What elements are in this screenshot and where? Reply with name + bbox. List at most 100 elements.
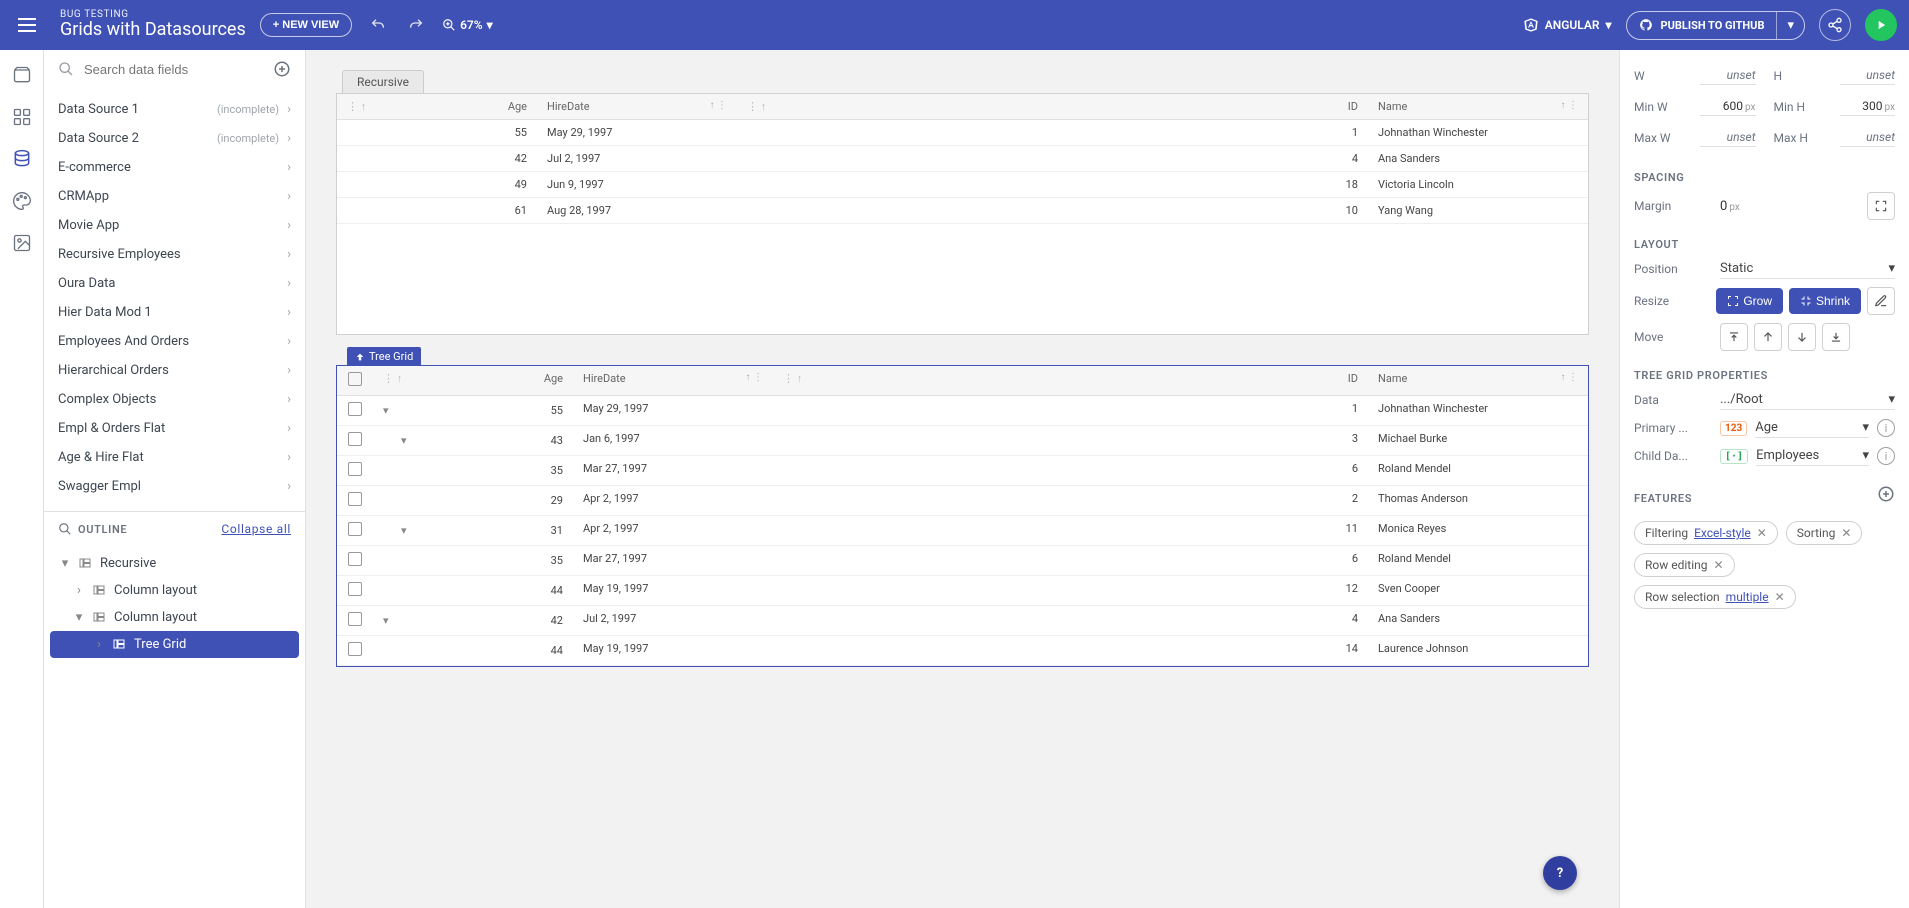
data-source-item[interactable]: Employees And Orders› [44, 327, 305, 356]
type-array-icon: [·] [1720, 449, 1748, 464]
height-input[interactable]: unset [1840, 66, 1896, 85]
outline-item[interactable]: ▾Column layout [50, 604, 299, 631]
rail-assets-icon[interactable] [11, 232, 33, 254]
redo-icon[interactable] [404, 13, 428, 37]
maxh-input[interactable]: unset [1840, 128, 1896, 147]
data-source-item[interactable]: Complex Objects› [44, 385, 305, 414]
search-input[interactable] [82, 61, 265, 78]
publish-button[interactable]: PUBLISH TO GITHUB ▾ [1626, 11, 1805, 40]
play-icon [1874, 18, 1888, 32]
data-source-item[interactable]: Recursive Employees› [44, 240, 305, 269]
rail-theme-icon[interactable] [11, 190, 33, 212]
tree-row[interactable]: ▾42Jul 2, 19974Ana Sanders [337, 606, 1588, 636]
tree-row[interactable]: 35Mar 27, 19976Roland Mendel [337, 456, 1588, 486]
tree-row[interactable]: ▾55May 29, 19971Johnathan Winchester [337, 396, 1588, 426]
feature-pill[interactable]: Row selection multiple ✕ [1634, 585, 1796, 609]
data-source-item[interactable]: Oura Data› [44, 269, 305, 298]
data-source-item[interactable]: Empl & Orders Flat› [44, 414, 305, 443]
help-button[interactable]: ? [1543, 856, 1577, 890]
table-row[interactable]: 55May 29, 19971Johnathan Winchester [337, 120, 1588, 146]
primarykey-select[interactable]: Age▾ [1755, 418, 1869, 438]
outline-header: OUTLINE Collapse all [44, 511, 305, 546]
features-section: FEATURES [1634, 492, 1692, 505]
table-row[interactable]: 42Jul 2, 19974Ana Sanders [337, 146, 1588, 172]
data-source-item[interactable]: Movie App› [44, 211, 305, 240]
childdata-select[interactable]: Employees▾ [1756, 446, 1869, 466]
chevron-down-icon: ▾ [1606, 18, 1612, 32]
new-view-button[interactable]: + NEW VIEW [260, 13, 352, 37]
feature-pill[interactable]: Filtering Excel-style ✕ [1634, 521, 1778, 545]
menu-icon[interactable] [12, 12, 42, 38]
data-source-item[interactable]: E-commerce› [44, 153, 305, 182]
grow-button[interactable]: Grow [1716, 288, 1783, 314]
collapse-all-link[interactable]: Collapse all [221, 522, 291, 536]
data-source-item[interactable]: Hierarchical Orders› [44, 356, 305, 385]
data-select[interactable]: .../Root▾ [1720, 390, 1895, 410]
info-icon[interactable]: i [1877, 419, 1895, 437]
data-source-item[interactable]: Hier Data Mod 1› [44, 298, 305, 327]
undo-icon[interactable] [366, 13, 390, 37]
shrink-button[interactable]: Shrink [1789, 288, 1861, 314]
data-panel: Data Source 1(incomplete)›Data Source 2(… [44, 50, 306, 908]
rail-views-icon[interactable] [11, 64, 33, 86]
zoom-control[interactable]: 67% ▾ [442, 18, 493, 32]
rail-components-icon[interactable] [11, 106, 33, 128]
tree-row[interactable]: ▾31Apr 2, 199711Monica Reyes [337, 516, 1588, 546]
add-feature-icon[interactable] [1877, 485, 1895, 503]
table-row[interactable]: 49Jun 9, 199718Victoria Lincoln [337, 172, 1588, 198]
margin-input[interactable]: 0px [1720, 199, 1859, 214]
tree-row[interactable]: 44May 19, 199714Laurence Johnson [337, 636, 1588, 666]
add-datasource-icon[interactable] [273, 60, 291, 78]
resize-edit-icon[interactable] [1867, 287, 1895, 315]
rail-data-icon[interactable] [11, 148, 33, 170]
search-icon [58, 522, 72, 536]
minw-input[interactable]: 600px [1700, 97, 1756, 116]
grid-1[interactable]: ⋮ ↑AgeHireDate↑ ⋮⋮ ↑IDName↑ ⋮ 55May 29, … [336, 93, 1589, 335]
move-top-icon[interactable] [1720, 323, 1748, 351]
outline-item[interactable]: ›Column layout [50, 577, 299, 604]
framework-select[interactable]: ANGULAR ▾ [1523, 17, 1612, 33]
selection-tag[interactable]: Tree Grid [347, 347, 421, 366]
share-button[interactable] [1819, 9, 1851, 41]
data-sources-list: Data Source 1(incomplete)›Data Source 2(… [44, 89, 305, 511]
arrow-up-icon [355, 352, 365, 362]
data-source-item[interactable]: Data Source 1(incomplete)› [44, 95, 305, 124]
tree-row[interactable]: 35Mar 27, 19976Roland Mendel [337, 546, 1588, 576]
move-bottom-icon[interactable] [1822, 323, 1850, 351]
tree-row[interactable]: 44May 19, 199712Sven Cooper [337, 576, 1588, 606]
publish-caret[interactable]: ▾ [1776, 12, 1804, 39]
project-title: Grids with Datasources [60, 20, 246, 41]
data-source-item[interactable]: Data Source 2(incomplete)› [44, 124, 305, 153]
outline-item[interactable]: ›Tree Grid [50, 631, 299, 658]
tree-row[interactable]: ▾43Jan 6, 19973Michael Burke [337, 426, 1588, 456]
zoom-icon [442, 18, 456, 32]
width-input[interactable]: unset [1700, 66, 1756, 85]
expand-margin-icon[interactable] [1867, 192, 1895, 220]
chevron-down-icon: ▾ [487, 18, 493, 32]
move-down-icon[interactable] [1788, 323, 1816, 351]
info-icon[interactable]: i [1877, 447, 1895, 465]
properties-panel: Wunset Hunset Min W600px Min H300px Max … [1619, 50, 1909, 908]
feature-pill[interactable]: Row editing ✕ [1634, 553, 1735, 577]
tree-row[interactable]: 29Apr 2, 19972Thomas Anderson [337, 486, 1588, 516]
data-source-item[interactable]: Age & Hire Flat› [44, 443, 305, 472]
move-up-icon[interactable] [1754, 323, 1782, 351]
project-subtitle: BUG TESTING [60, 9, 246, 21]
design-canvas[interactable]: Recursive ⋮ ↑AgeHireDate↑ ⋮⋮ ↑IDName↑ ⋮ … [306, 50, 1619, 908]
table-row[interactable]: 61Aug 28, 199710Yang Wang [337, 198, 1588, 224]
treegrid-section: TREE GRID PROPERTIES [1634, 369, 1895, 382]
type-number-icon: 123 [1720, 421, 1747, 436]
share-icon [1827, 17, 1843, 33]
minh-input[interactable]: 300px [1840, 97, 1896, 116]
data-source-item[interactable]: CRMApp› [44, 182, 305, 211]
run-button[interactable] [1865, 9, 1897, 41]
outline-title: OUTLINE [78, 523, 127, 536]
feature-pill[interactable]: Sorting ✕ [1786, 521, 1863, 545]
tree-grid-selected[interactable]: Tree Grid ⋮ ↑AgeHireDate↑ ⋮⋮ ↑IDName↑ ⋮ … [336, 365, 1589, 667]
data-source-item[interactable]: Swagger Empl› [44, 472, 305, 501]
outline-item[interactable]: ▾Recursive [50, 550, 299, 577]
maxw-input[interactable]: unset [1700, 128, 1756, 147]
position-select[interactable]: Static▾ [1720, 259, 1895, 279]
view-tab[interactable]: Recursive [342, 70, 424, 93]
spacing-section: SPACING [1634, 171, 1895, 184]
